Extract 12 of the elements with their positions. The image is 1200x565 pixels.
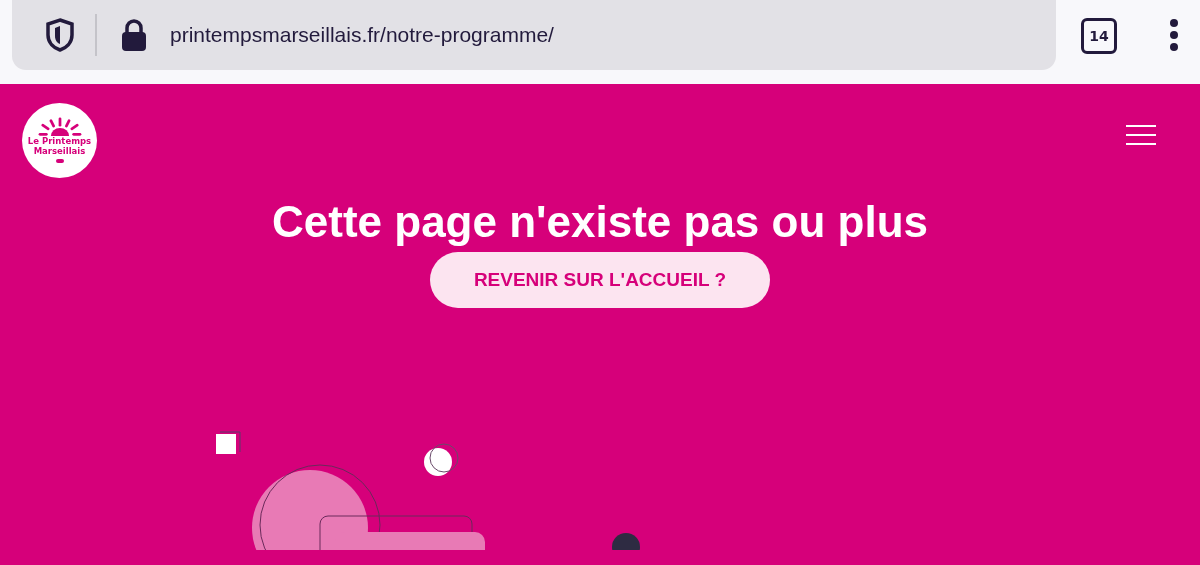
menu-icon[interactable] [1169,19,1179,51]
address-bar[interactable]: printempsmarseillais.fr/notre-programme/ [12,0,1056,70]
dash-icon [55,158,64,163]
lock-icon [121,19,147,51]
page-heading: Cette page n'existe pas ou plus [272,196,928,248]
tab-count-button[interactable]: 14 [1081,18,1117,54]
sun-icon [36,117,83,138]
site-logo[interactable]: Le Printemps Marseillais [22,102,97,178]
shield-icon[interactable] [45,18,75,52]
logo-text: Le Printemps Marseillais [27,137,92,157]
home-button[interactable]: REVENIR SUR L'ACCUEIL ? [430,252,770,308]
url-text[interactable]: printempsmarseillais.fr/notre-programme/ [170,23,554,47]
